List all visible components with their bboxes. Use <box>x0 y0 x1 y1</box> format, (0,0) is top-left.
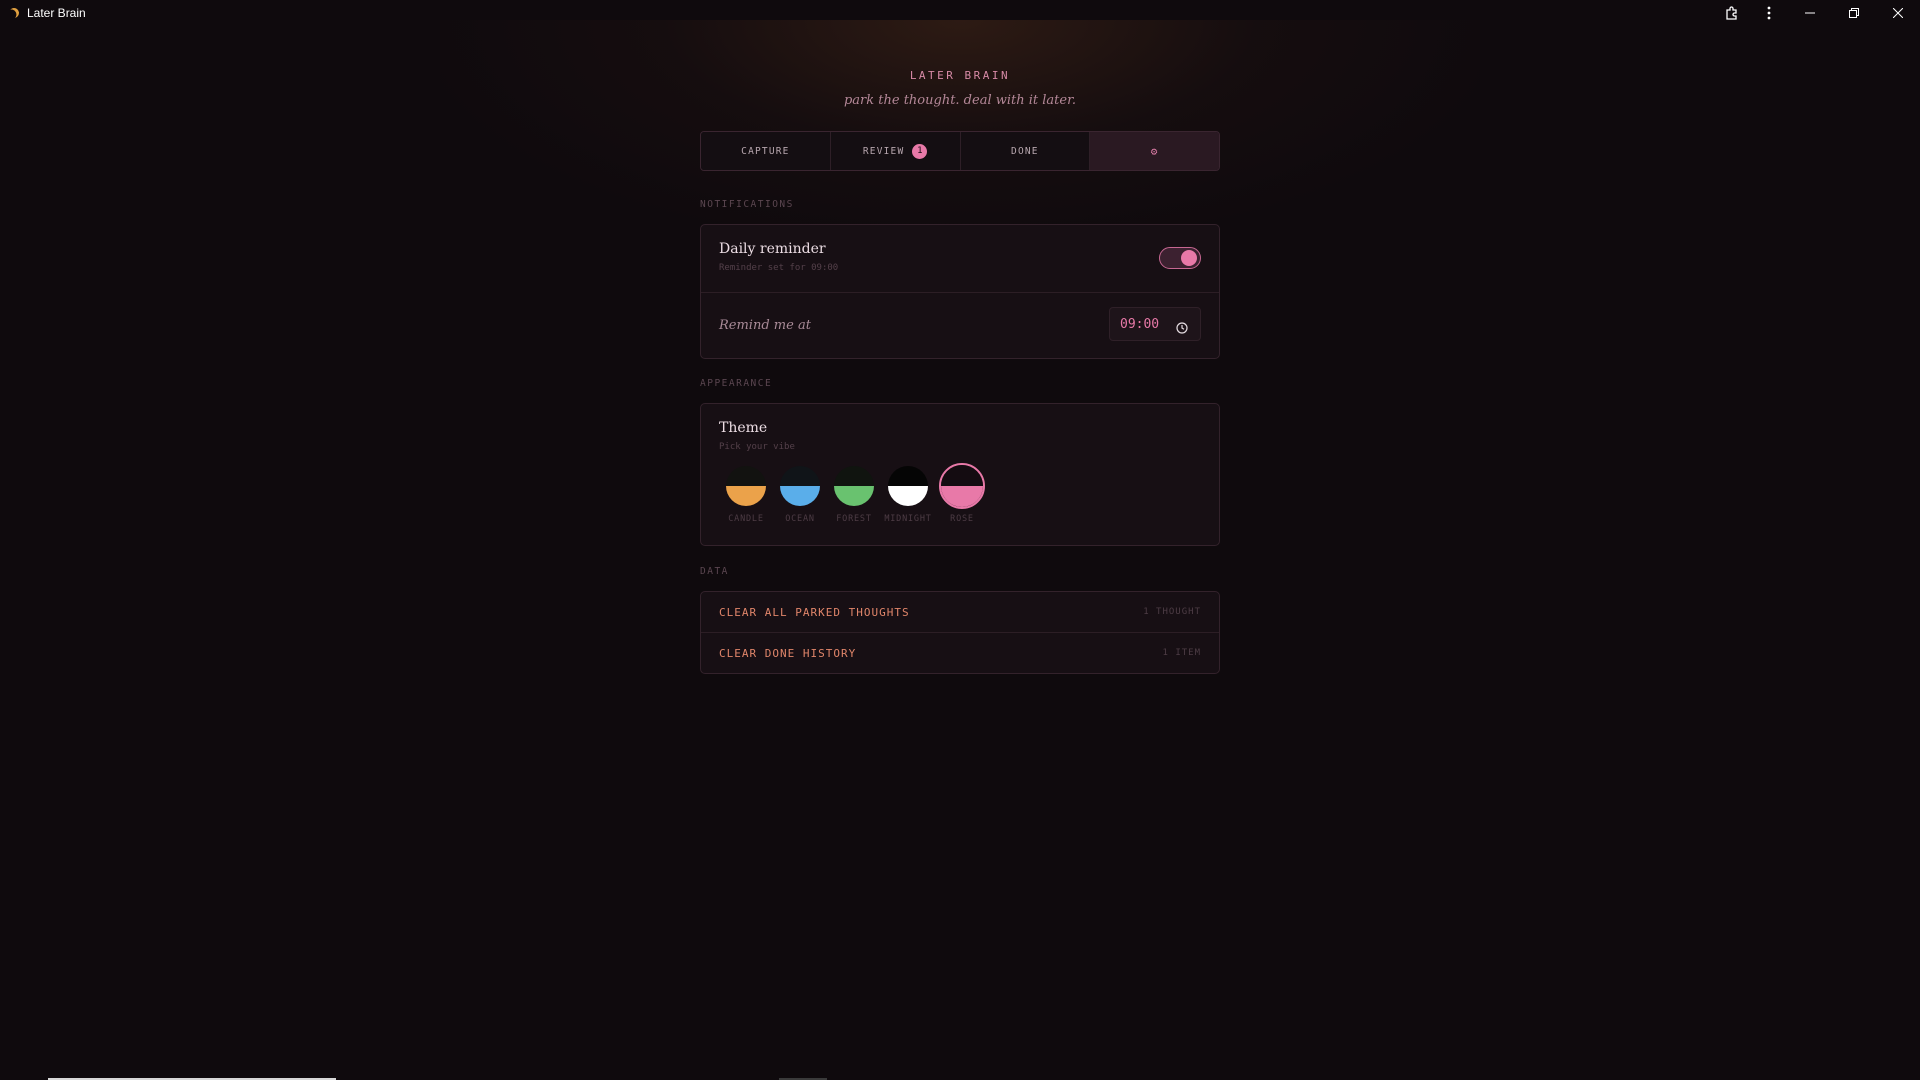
tab-capture-label: CAPTURE <box>741 145 790 157</box>
theme-rose-swatch <box>939 463 985 509</box>
swatch-top <box>888 466 928 486</box>
reminder-time-input[interactable]: 09:00 <box>1109 307 1201 341</box>
gear-icon: ⚙ <box>1150 144 1159 158</box>
daily-reminder-row: Daily reminder Reminder set for 09:00 <box>701 225 1219 292</box>
data-card: CLEAR ALL PARKED THOUGHTS 1 THOUGHT CLEA… <box>700 591 1220 674</box>
swatch-top <box>834 466 874 486</box>
theme-ocean-label: OCEAN <box>785 514 815 524</box>
clear-parked-thoughts-button[interactable]: CLEAR ALL PARKED THOUGHTS 1 THOUGHT <box>701 592 1219 632</box>
window-controls <box>1714 0 1920 25</box>
theme-forest-swatch <box>834 466 874 506</box>
review-count-badge: 1 <box>912 143 928 159</box>
tab-settings[interactable]: ⚙ <box>1090 132 1219 170</box>
theme-ocean[interactable]: OCEAN <box>773 466 827 524</box>
swatch-top <box>941 465 983 486</box>
restore-icon[interactable] <box>1832 0 1876 25</box>
theme-title: Theme <box>719 420 768 436</box>
data-section-label: DATA <box>700 566 729 577</box>
notifications-card: Daily reminder Reminder set for 09:00 Re… <box>700 224 1220 359</box>
theme-subtitle: Pick your vibe <box>719 442 795 452</box>
notifications-section-label: NOTIFICATIONS <box>700 199 794 210</box>
theme-rose-label: ROSE <box>950 514 974 524</box>
clock-icon[interactable] <box>1176 319 1188 338</box>
theme-midnight[interactable]: MIDNIGHT <box>881 466 935 524</box>
swatch-top <box>780 466 820 486</box>
window-titlebar: Later Brain <box>0 0 1920 25</box>
app-tagline: park the thought. deal with it later. <box>843 93 1077 108</box>
done-history-count: 1 ITEM <box>1162 648 1201 658</box>
appearance-card: Theme Pick your vibe CANDLE OCEAN FOREST… <box>700 403 1220 546</box>
window-title: Later Brain <box>27 5 86 20</box>
header-glow <box>440 20 1480 240</box>
tab-done[interactable]: DONE <box>960 132 1091 170</box>
close-icon[interactable] <box>1876 0 1920 25</box>
minimize-icon[interactable] <box>1788 0 1832 25</box>
toggle-knob <box>1181 250 1197 266</box>
tab-review-label: REVIEW <box>862 145 905 157</box>
theme-candle-swatch <box>726 466 766 506</box>
theme-forest-label: FOREST <box>836 514 872 524</box>
app-brand: LATER BRAIN <box>909 69 1011 82</box>
clear-done-history-button[interactable]: CLEAR DONE HISTORY 1 ITEM <box>701 632 1219 673</box>
clear-done-history-label: CLEAR DONE HISTORY <box>719 646 857 660</box>
remind-at-row: Remind me at 09:00 <box>701 292 1219 358</box>
theme-candle[interactable]: CANDLE <box>719 466 773 524</box>
theme-candle-label: CANDLE <box>728 514 764 524</box>
appearance-section-label: APPEARANCE <box>700 378 773 389</box>
daily-reminder-subtitle: Reminder set for 09:00 <box>719 263 839 273</box>
theme-forest[interactable]: FOREST <box>827 466 881 524</box>
tab-review[interactable]: REVIEW 1 <box>830 132 961 170</box>
theme-midnight-swatch <box>888 466 928 506</box>
tab-bar: CAPTURE REVIEW 1 DONE ⚙ <box>700 131 1220 171</box>
clear-parked-thoughts-label: CLEAR ALL PARKED THOUGHTS <box>719 605 910 619</box>
tab-done-label: DONE <box>1011 145 1039 157</box>
daily-reminder-toggle[interactable] <box>1159 247 1201 269</box>
tab-capture[interactable]: CAPTURE <box>701 132 831 170</box>
theme-swatches: CANDLE OCEAN FOREST MIDNIGHT ROSE <box>719 463 989 524</box>
theme-ocean-swatch <box>780 466 820 506</box>
moon-icon <box>7 6 21 20</box>
theme-rose[interactable]: ROSE <box>935 463 989 524</box>
swatch-bottom <box>941 486 983 507</box>
more-vertical-icon[interactable] <box>1750 0 1788 25</box>
remind-at-label: Remind me at <box>719 318 811 333</box>
theme-midnight-label: MIDNIGHT <box>884 514 932 524</box>
reminder-time-value: 09:00 <box>1120 316 1160 332</box>
daily-reminder-title: Daily reminder <box>719 241 826 257</box>
parked-thoughts-count: 1 THOUGHT <box>1143 607 1201 617</box>
swatch-bottom <box>834 486 874 506</box>
swatch-bottom <box>780 486 820 506</box>
extensions-icon[interactable] <box>1714 0 1750 25</box>
swatch-bottom <box>726 486 766 506</box>
swatch-top <box>726 466 766 486</box>
swatch-bottom <box>888 486 928 506</box>
